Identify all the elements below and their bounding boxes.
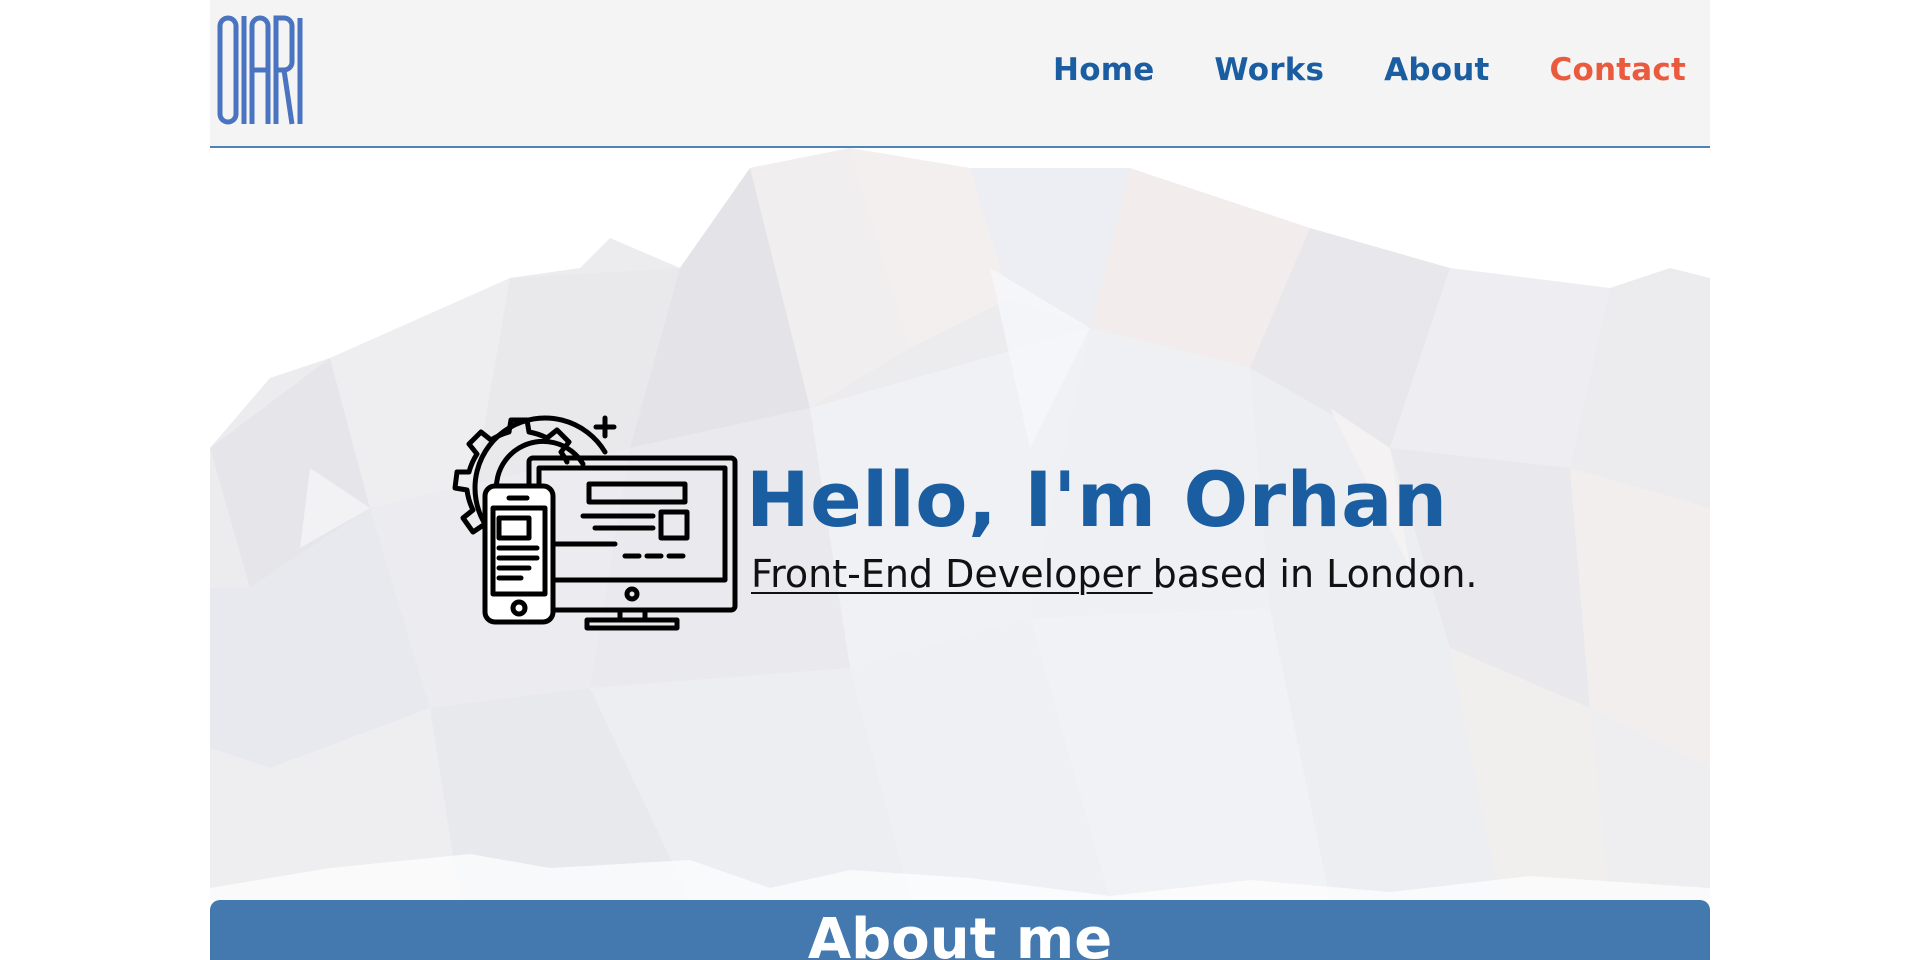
hero-subtitle-location: based in London. [1152,552,1478,596]
hero-section: Hello, I'm Orhan Front-End Developer bas… [210,148,1710,900]
nav-home[interactable]: Home [1053,52,1154,88]
nav-works[interactable]: Works [1214,52,1324,88]
oari-logo-icon[interactable] [216,14,306,126]
main-nav: Home Works About Contact [993,52,1686,88]
site-header: Home Works About Contact [210,0,1710,148]
page: Home Works About Contact Hello, I'm Orha… [210,0,1710,960]
developer-devices-icon [452,415,738,631]
nav-about[interactable]: About [1384,52,1489,88]
about-section-header: About me [210,900,1710,960]
hero-subtitle: Front-End Developer based in London. [751,552,1478,598]
hero-subtitle-role: Front-End Developer [751,552,1153,596]
hero-title: Hello, I'm Orhan [746,455,1448,544]
about-title: About me [807,907,1113,960]
nav-contact[interactable]: Contact [1550,52,1686,88]
